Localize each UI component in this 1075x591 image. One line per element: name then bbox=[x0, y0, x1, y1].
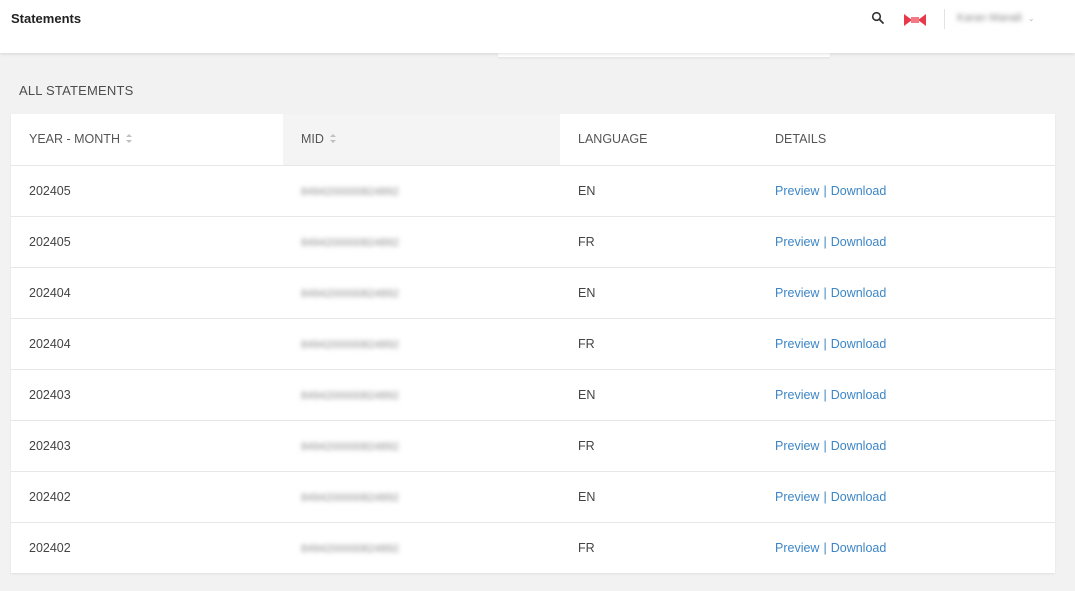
mid-value: 8494200000824892 bbox=[301, 491, 399, 504]
details-cell: Preview | Download bbox=[757, 420, 1055, 472]
table-row: 202405 8494200000824892 FR Preview | Download bbox=[11, 216, 1055, 268]
table-row: 202405 8494200000824892 EN Preview | Download bbox=[11, 165, 1055, 217]
column-header-label: YEAR - MONTH bbox=[29, 132, 120, 147]
link-separator: | bbox=[823, 234, 827, 249]
details-cell: Preview | Download bbox=[757, 471, 1055, 523]
column-header-details: DETAILS bbox=[757, 114, 1055, 166]
header-dropdown-edge bbox=[498, 53, 830, 57]
table-row: 202404 8494200000824892 EN Preview | Download bbox=[11, 267, 1055, 319]
preview-link[interactable]: Preview bbox=[775, 337, 819, 351]
mid-value: 8494200000824892 bbox=[301, 338, 399, 351]
download-link[interactable]: Download bbox=[831, 439, 887, 453]
preview-link[interactable]: Preview bbox=[775, 388, 819, 402]
link-separator: | bbox=[823, 336, 827, 351]
top-bar: Statements Karan Manali ⌄ bbox=[0, 0, 1075, 53]
mid-value: 8494200000824892 bbox=[301, 542, 399, 555]
year-month-cell: 202403 bbox=[11, 369, 283, 421]
section-title: ALL STATEMENTS bbox=[19, 83, 134, 98]
year-month-cell: 202404 bbox=[11, 267, 283, 319]
year-month-cell: 202405 bbox=[11, 165, 283, 217]
sort-icon[interactable] bbox=[329, 134, 336, 144]
download-link[interactable]: Download bbox=[831, 388, 887, 402]
mid-cell: 8494200000824892 bbox=[283, 522, 560, 573]
statements-card: YEAR - MONTH MID LANGUAGE DETAILS 202405… bbox=[11, 114, 1055, 573]
user-menu[interactable]: Karan Manali ⌄ bbox=[957, 12, 1035, 24]
mid-cell: 8494200000824892 bbox=[283, 420, 560, 472]
link-separator: | bbox=[823, 285, 827, 300]
column-header-label: MID bbox=[301, 132, 324, 147]
details-cell: Preview | Download bbox=[757, 318, 1055, 370]
column-header-mid[interactable]: MID bbox=[283, 114, 560, 166]
language-cell: EN bbox=[560, 267, 757, 319]
year-month-cell: 202403 bbox=[11, 420, 283, 472]
user-name: Karan Manali bbox=[957, 12, 1022, 24]
chevron-down-icon: ⌄ bbox=[1027, 13, 1035, 23]
preview-link[interactable]: Preview bbox=[775, 490, 819, 504]
download-link[interactable]: Download bbox=[831, 235, 887, 249]
preview-link[interactable]: Preview bbox=[775, 541, 819, 555]
mid-cell: 8494200000824892 bbox=[283, 216, 560, 268]
mid-value: 8494200000824892 bbox=[301, 389, 399, 402]
header-divider bbox=[944, 9, 945, 29]
details-cell: Preview | Download bbox=[757, 165, 1055, 217]
table-row: 202402 8494200000824892 EN Preview | Download bbox=[11, 471, 1055, 523]
details-cell: Preview | Download bbox=[757, 369, 1055, 421]
details-cell: Preview | Download bbox=[757, 522, 1055, 573]
link-separator: | bbox=[823, 489, 827, 504]
preview-link[interactable]: Preview bbox=[775, 235, 819, 249]
mid-value: 8494200000824892 bbox=[301, 287, 399, 300]
brand-logo-icon bbox=[904, 13, 926, 27]
table-row: 202403 8494200000824892 FR Preview | Download bbox=[11, 420, 1055, 472]
year-month-cell: 202404 bbox=[11, 318, 283, 370]
language-cell: EN bbox=[560, 471, 757, 523]
link-separator: | bbox=[823, 183, 827, 198]
year-month-cell: 202405 bbox=[11, 216, 283, 268]
year-month-cell: 202402 bbox=[11, 471, 283, 523]
mid-cell: 8494200000824892 bbox=[283, 369, 560, 421]
details-cell: Preview | Download bbox=[757, 216, 1055, 268]
page-title: Statements bbox=[11, 11, 82, 26]
mid-value: 8494200000824892 bbox=[301, 236, 399, 249]
language-cell: EN bbox=[560, 165, 757, 217]
link-separator: | bbox=[823, 438, 827, 453]
search-icon[interactable] bbox=[871, 11, 885, 25]
download-link[interactable]: Download bbox=[831, 490, 887, 504]
preview-link[interactable]: Preview bbox=[775, 184, 819, 198]
mid-cell: 8494200000824892 bbox=[283, 471, 560, 523]
language-cell: FR bbox=[578, 540, 595, 555]
sort-icon[interactable] bbox=[125, 134, 132, 144]
details-cell: Preview | Download bbox=[757, 267, 1055, 319]
year-month-cell: 202402 bbox=[29, 540, 71, 555]
table-row: 202402 8494200000824892 FR Preview | Download bbox=[11, 522, 1055, 573]
language-cell: FR bbox=[560, 318, 757, 370]
language-cell: FR bbox=[560, 216, 757, 268]
mid-cell: 8494200000824892 bbox=[283, 267, 560, 319]
mid-value: 8494200000824892 bbox=[301, 440, 399, 453]
language-cell: EN bbox=[560, 369, 757, 421]
table-row: 202403 8494200000824892 EN Preview | Download bbox=[11, 369, 1055, 421]
table-row: 202404 8494200000824892 FR Preview | Download bbox=[11, 318, 1055, 370]
link-separator: | bbox=[823, 387, 827, 402]
mid-cell: 8494200000824892 bbox=[283, 318, 560, 370]
download-link[interactable]: Download bbox=[831, 184, 887, 198]
download-link[interactable]: Download bbox=[831, 286, 887, 300]
download-link[interactable]: Download bbox=[831, 337, 887, 351]
mid-cell: 8494200000824892 bbox=[283, 165, 560, 217]
mid-value: 8494200000824892 bbox=[301, 185, 399, 198]
language-cell: FR bbox=[560, 420, 757, 472]
column-header-language: LANGUAGE bbox=[560, 114, 757, 166]
preview-link[interactable]: Preview bbox=[775, 286, 819, 300]
preview-link[interactable]: Preview bbox=[775, 439, 819, 453]
statements-table: YEAR - MONTH MID LANGUAGE DETAILS 202405… bbox=[11, 114, 1055, 573]
column-header-year-month[interactable]: YEAR - MONTH bbox=[11, 114, 283, 166]
link-separator: | bbox=[823, 540, 827, 555]
table-header-row: YEAR - MONTH MID LANGUAGE DETAILS bbox=[11, 114, 1055, 166]
download-link[interactable]: Download bbox=[831, 541, 887, 555]
